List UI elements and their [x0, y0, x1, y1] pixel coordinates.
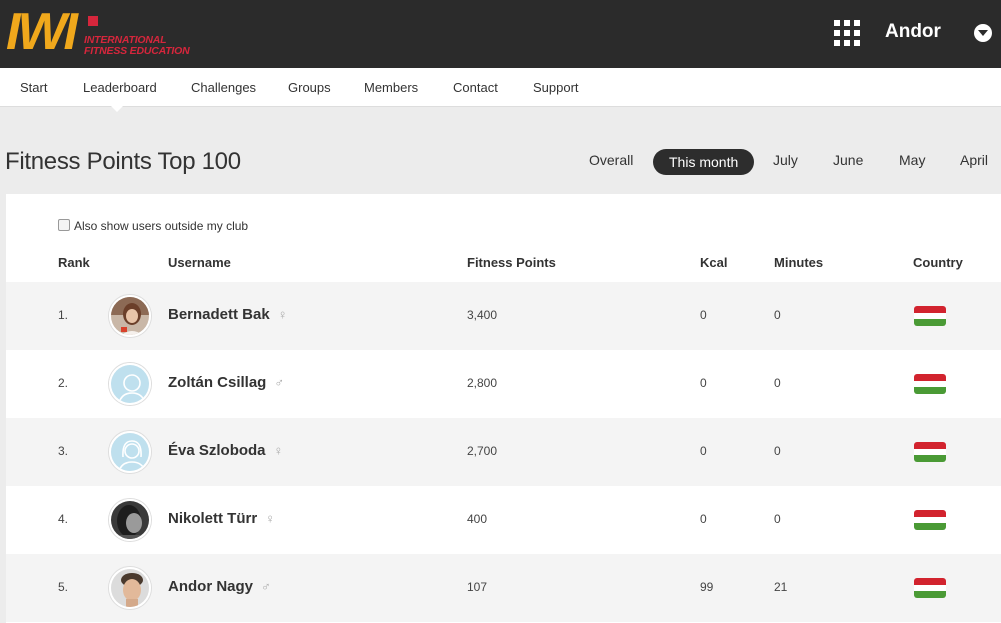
hungary-flag-icon — [914, 306, 946, 326]
female-icon: ♀ — [277, 307, 288, 322]
nav-item-start[interactable]: Start — [20, 80, 47, 95]
female-icon: ♀ — [273, 443, 284, 458]
points-cell: 107 — [467, 580, 488, 594]
points-cell: 2,700 — [467, 444, 498, 458]
hungary-flag-icon — [914, 578, 946, 598]
rank-cell: 5. — [58, 580, 69, 594]
points-cell: 3,400 — [467, 308, 498, 322]
table-row[interactable]: 4. Nikolett Türr ♀ 400 0 0 — [6, 486, 1001, 554]
user-name-link[interactable]: Andor Nagy ♂ — [168, 578, 271, 595]
header-username[interactable]: Username — [168, 255, 231, 270]
rank-cell: 4. — [58, 512, 69, 526]
nav-item-members[interactable]: Members — [364, 80, 418, 95]
chevron-down-icon[interactable] — [974, 24, 992, 42]
nav-item-support[interactable]: Support — [533, 80, 579, 95]
user-name-link[interactable]: Zoltán Csillag ♂ — [168, 374, 284, 391]
user-name-text: Nikolett Türr — [168, 510, 258, 527]
hungary-flag-icon — [914, 442, 946, 462]
filter-june[interactable]: June — [833, 152, 863, 168]
kcal-cell: 0 — [700, 512, 707, 526]
male-icon: ♂ — [261, 579, 271, 594]
table-row[interactable]: 5. Andor Nagy ♂ 107 99 21 — [6, 554, 1001, 622]
nav-item-challenges[interactable]: Challenges — [191, 80, 256, 95]
main-nav: Start Leaderboard Challenges Groups Memb… — [0, 68, 1001, 112]
user-name-text: Bernadett Bak — [168, 306, 270, 323]
hungary-flag-icon — [914, 510, 946, 530]
avatar[interactable] — [109, 295, 151, 337]
nav-item-groups[interactable]: Groups — [288, 80, 331, 95]
kcal-cell: 99 — [700, 580, 714, 594]
rank-cell: 3. — [58, 444, 69, 458]
nav-item-leaderboard[interactable]: Leaderboard — [83, 80, 157, 95]
user-name-link[interactable]: Bernadett Bak ♀ — [168, 306, 287, 323]
rank-cell: 2. — [58, 376, 69, 390]
nav-item-contact[interactable]: Contact — [453, 80, 498, 95]
table-row[interactable]: 2. Zoltán Csillag ♂ 2,800 0 0 — [6, 350, 1001, 418]
filter-july[interactable]: July — [773, 152, 798, 168]
user-name-link[interactable]: Nikolett Türr ♀ — [168, 510, 275, 527]
filter-this-month[interactable]: This month — [653, 149, 755, 175]
male-icon: ♂ — [274, 375, 285, 390]
grid-icon[interactable] — [834, 20, 860, 46]
points-cell: 2,800 — [467, 376, 498, 390]
rank-cell: 1. — [58, 308, 69, 322]
avatar[interactable] — [109, 431, 151, 473]
table-row[interactable]: 1. Bernadett Bak ♀ 3,400 0 0 — [6, 282, 1001, 350]
user-name[interactable]: Andor — [885, 21, 941, 43]
user-name-text: Éva Szloboda — [168, 442, 266, 459]
avatar[interactable] — [109, 499, 151, 541]
female-icon: ♀ — [265, 511, 275, 526]
user-name-link[interactable]: Éva Szloboda ♀ — [168, 442, 283, 459]
page-title: Fitness Points Top 100 — [5, 148, 241, 175]
outside-club-label: Also show users outside my club — [74, 219, 249, 233]
kcal-cell: 0 — [700, 444, 707, 458]
logo-square — [88, 16, 98, 26]
top-bar: IWI International Fitness Education Ando… — [0, 0, 1001, 68]
header-country[interactable]: Country — [913, 255, 963, 270]
logo-mark: IWI — [6, 3, 78, 61]
iwi-logo[interactable]: IWI International Fitness Education — [6, 3, 190, 62]
minutes-cell: 21 — [774, 580, 788, 594]
header-fitness-points[interactable]: Fitness Points — [467, 255, 556, 270]
header-kcal[interactable]: Kcal — [700, 255, 727, 270]
header-minutes[interactable]: Minutes — [774, 255, 823, 270]
kcal-cell: 0 — [700, 376, 707, 390]
filter-april[interactable]: April — [960, 152, 988, 168]
table-row[interactable]: 3. Éva Szloboda ♀ 2,700 0 0 — [6, 418, 1001, 486]
header-rank[interactable]: Rank — [58, 255, 90, 270]
filter-may[interactable]: May — [899, 152, 925, 168]
minutes-cell: 0 — [774, 512, 781, 526]
minutes-cell: 0 — [774, 376, 781, 390]
user-name-text: Zoltán Csillag — [168, 374, 267, 391]
user-name-text: Andor Nagy — [168, 578, 254, 595]
avatar[interactable] — [109, 567, 151, 609]
points-cell: 400 — [467, 512, 488, 526]
logo-tagline: International Fitness Education — [84, 34, 190, 57]
kcal-cell: 0 — [700, 308, 707, 322]
active-nav-pointer — [110, 105, 124, 112]
outside-club-option[interactable]: Also show users outside my club — [58, 219, 248, 233]
filter-overall[interactable]: Overall — [589, 152, 633, 168]
avatar[interactable] — [109, 363, 151, 405]
outside-club-checkbox[interactable] — [58, 219, 70, 231]
minutes-cell: 0 — [774, 444, 781, 458]
leaderboard-card: Also show users outside my club Rank Use… — [6, 194, 1001, 623]
minutes-cell: 0 — [774, 308, 781, 322]
hungary-flag-icon — [914, 374, 946, 394]
